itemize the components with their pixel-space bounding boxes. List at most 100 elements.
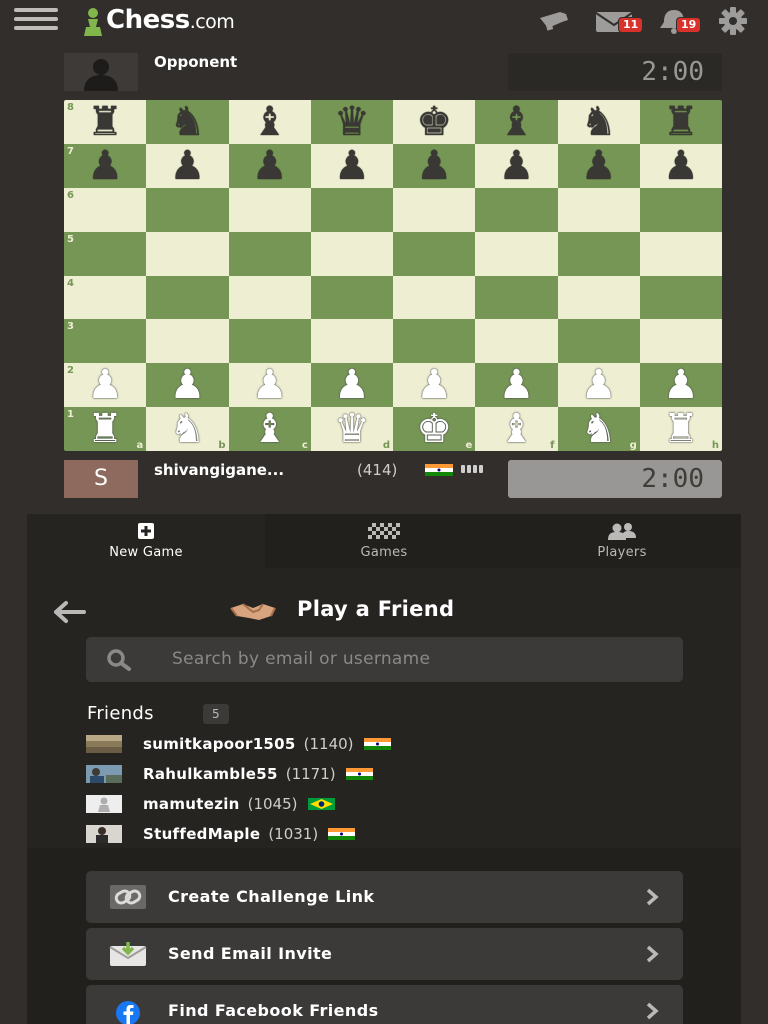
square-a2[interactable]: 2 ♟ bbox=[64, 363, 147, 408]
square-a1[interactable]: 1 a ♜ bbox=[64, 407, 147, 451]
create-challenge-link-button[interactable]: Create Challenge Link bbox=[86, 871, 683, 923]
square-d1[interactable]: d ♛ bbox=[310, 407, 393, 451]
square-f1[interactable]: f ♝ bbox=[475, 407, 558, 451]
back-arrow-icon[interactable] bbox=[52, 598, 88, 626]
square-b7[interactable]: ♟ bbox=[146, 143, 229, 188]
square-g3[interactable] bbox=[557, 319, 640, 364]
square-a8[interactable]: 8 ♜ bbox=[64, 100, 147, 144]
white-pawn-icon[interactable]: ♟ bbox=[663, 365, 699, 405]
square-e8[interactable]: ♚ bbox=[393, 100, 476, 144]
black-pawn-icon[interactable]: ♟ bbox=[87, 146, 123, 186]
white-knight-icon[interactable]: ♞ bbox=[581, 409, 617, 449]
friend-list-item[interactable]: StuffedMaple (1031) bbox=[86, 824, 356, 844]
white-pawn-icon[interactable]: ♟ bbox=[252, 365, 288, 405]
white-pawn-icon[interactable]: ♟ bbox=[498, 365, 534, 405]
white-bishop-icon[interactable]: ♝ bbox=[252, 409, 288, 449]
black-bishop-icon[interactable]: ♝ bbox=[498, 102, 534, 142]
square-d6[interactable] bbox=[310, 187, 393, 232]
black-pawn-icon[interactable]: ♟ bbox=[498, 146, 534, 186]
square-d7[interactable]: ♟ bbox=[310, 143, 393, 188]
square-f4[interactable] bbox=[475, 275, 558, 320]
find-facebook-friends-button[interactable]: Find Facebook Friends bbox=[86, 985, 683, 1024]
white-pawn-icon[interactable]: ♟ bbox=[416, 365, 452, 405]
white-rook-icon[interactable]: ♜ bbox=[663, 409, 699, 449]
square-g7[interactable]: ♟ bbox=[557, 143, 640, 188]
black-pawn-icon[interactable]: ♟ bbox=[581, 146, 617, 186]
black-rook-icon[interactable]: ♜ bbox=[663, 102, 699, 142]
square-f6[interactable] bbox=[475, 187, 558, 232]
friend-list-item[interactable]: mamutezin (1045) bbox=[86, 794, 335, 814]
white-bishop-icon[interactable]: ♝ bbox=[498, 409, 534, 449]
white-knight-icon[interactable]: ♞ bbox=[169, 409, 205, 449]
square-g8[interactable]: ♞ bbox=[557, 100, 640, 144]
tab-games[interactable]: Games bbox=[265, 514, 503, 568]
black-knight-icon[interactable]: ♞ bbox=[169, 102, 205, 142]
chess-logo[interactable]: Chess.com bbox=[82, 3, 235, 37]
black-bishop-icon[interactable]: ♝ bbox=[252, 102, 288, 142]
black-queen-icon[interactable]: ♛ bbox=[334, 102, 370, 142]
opponent-avatar[interactable] bbox=[64, 53, 138, 91]
square-f7[interactable]: ♟ bbox=[475, 143, 558, 188]
square-h4[interactable] bbox=[639, 275, 722, 320]
square-c1[interactable]: c ♝ bbox=[228, 407, 311, 451]
square-f3[interactable] bbox=[475, 319, 558, 364]
friend-list-item[interactable]: Rahulkamble55 (1171) bbox=[86, 764, 373, 784]
square-a4[interactable]: 4 bbox=[64, 275, 147, 320]
square-c5[interactable] bbox=[228, 231, 311, 276]
square-f2[interactable]: ♟ bbox=[475, 363, 558, 408]
square-g5[interactable] bbox=[557, 231, 640, 276]
square-e3[interactable] bbox=[393, 319, 476, 364]
black-pawn-icon[interactable]: ♟ bbox=[169, 146, 205, 186]
square-a5[interactable]: 5 bbox=[64, 231, 147, 276]
black-pawn-icon[interactable]: ♟ bbox=[663, 146, 699, 186]
white-queen-icon[interactable]: ♛ bbox=[334, 409, 370, 449]
square-g1[interactable]: g ♞ bbox=[557, 407, 640, 451]
square-d5[interactable] bbox=[310, 231, 393, 276]
tab-new-game[interactable]: New Game bbox=[27, 514, 265, 568]
hamburger-menu-icon[interactable] bbox=[14, 8, 58, 32]
white-king-icon[interactable]: ♚ bbox=[416, 409, 452, 449]
gear-icon[interactable] bbox=[714, 6, 752, 36]
square-g4[interactable] bbox=[557, 275, 640, 320]
square-b1[interactable]: b ♞ bbox=[146, 407, 229, 451]
white-pawn-icon[interactable]: ♟ bbox=[87, 365, 123, 405]
square-h5[interactable] bbox=[639, 231, 722, 276]
square-c2[interactable]: ♟ bbox=[228, 363, 311, 408]
square-c7[interactable]: ♟ bbox=[228, 143, 311, 188]
square-h7[interactable]: ♟ bbox=[639, 143, 722, 188]
square-b4[interactable] bbox=[146, 275, 229, 320]
white-rook-icon[interactable]: ♜ bbox=[87, 409, 123, 449]
square-h2[interactable]: ♟ bbox=[639, 363, 722, 408]
square-b8[interactable]: ♞ bbox=[146, 100, 229, 144]
square-e2[interactable]: ♟ bbox=[393, 363, 476, 408]
square-d8[interactable]: ♛ bbox=[310, 100, 393, 144]
square-a6[interactable]: 6 bbox=[64, 187, 147, 232]
square-h1[interactable]: h ♜ bbox=[639, 407, 722, 451]
white-pawn-icon[interactable]: ♟ bbox=[334, 365, 370, 405]
square-e6[interactable] bbox=[393, 187, 476, 232]
square-d2[interactable]: ♟ bbox=[310, 363, 393, 408]
square-c3[interactable] bbox=[228, 319, 311, 364]
black-knight-icon[interactable]: ♞ bbox=[581, 102, 617, 142]
square-d4[interactable] bbox=[310, 275, 393, 320]
square-e1[interactable]: e ♚ bbox=[393, 407, 476, 451]
square-g6[interactable] bbox=[557, 187, 640, 232]
square-g2[interactable]: ♟ bbox=[557, 363, 640, 408]
square-f8[interactable]: ♝ bbox=[475, 100, 558, 144]
black-rook-icon[interactable]: ♜ bbox=[87, 102, 123, 142]
square-e7[interactable]: ♟ bbox=[393, 143, 476, 188]
square-b3[interactable] bbox=[146, 319, 229, 364]
tab-players[interactable]: Players bbox=[503, 514, 741, 568]
black-pawn-icon[interactable]: ♟ bbox=[334, 146, 370, 186]
square-a7[interactable]: 7 ♟ bbox=[64, 143, 147, 188]
friend-search-input[interactable]: Search by email or username bbox=[86, 637, 683, 682]
square-h3[interactable] bbox=[639, 319, 722, 364]
square-c4[interactable] bbox=[228, 275, 311, 320]
black-pawn-icon[interactable]: ♟ bbox=[416, 146, 452, 186]
self-name[interactable]: shivangigane... bbox=[154, 461, 284, 479]
black-pawn-icon[interactable]: ♟ bbox=[252, 146, 288, 186]
friend-list-item[interactable]: sumitkapoor1505 (1140) bbox=[86, 734, 391, 754]
square-b2[interactable]: ♟ bbox=[146, 363, 229, 408]
self-avatar[interactable]: S bbox=[64, 460, 138, 498]
black-king-icon[interactable]: ♚ bbox=[416, 102, 452, 142]
